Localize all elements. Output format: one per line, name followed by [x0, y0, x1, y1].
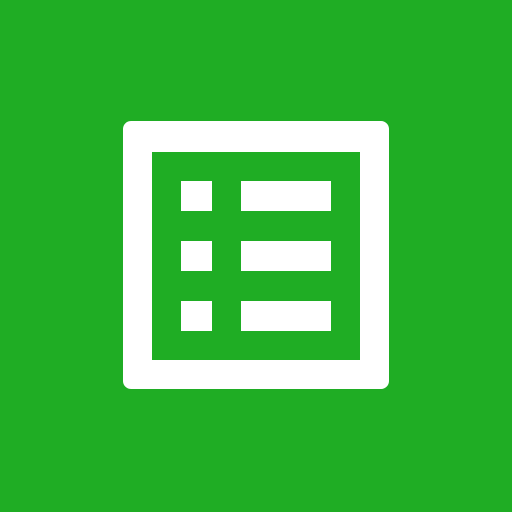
- list-line-icon: [241, 241, 331, 271]
- list-line-icon: [241, 181, 331, 211]
- list-bullet-icon: [181, 301, 212, 331]
- app-tile-graphic: [0, 0, 512, 512]
- list-bullet-icon: [181, 181, 212, 211]
- list-line-icon: [241, 301, 331, 331]
- app-tile[interactable]: [0, 0, 512, 512]
- list-bullet-icon: [181, 241, 212, 271]
